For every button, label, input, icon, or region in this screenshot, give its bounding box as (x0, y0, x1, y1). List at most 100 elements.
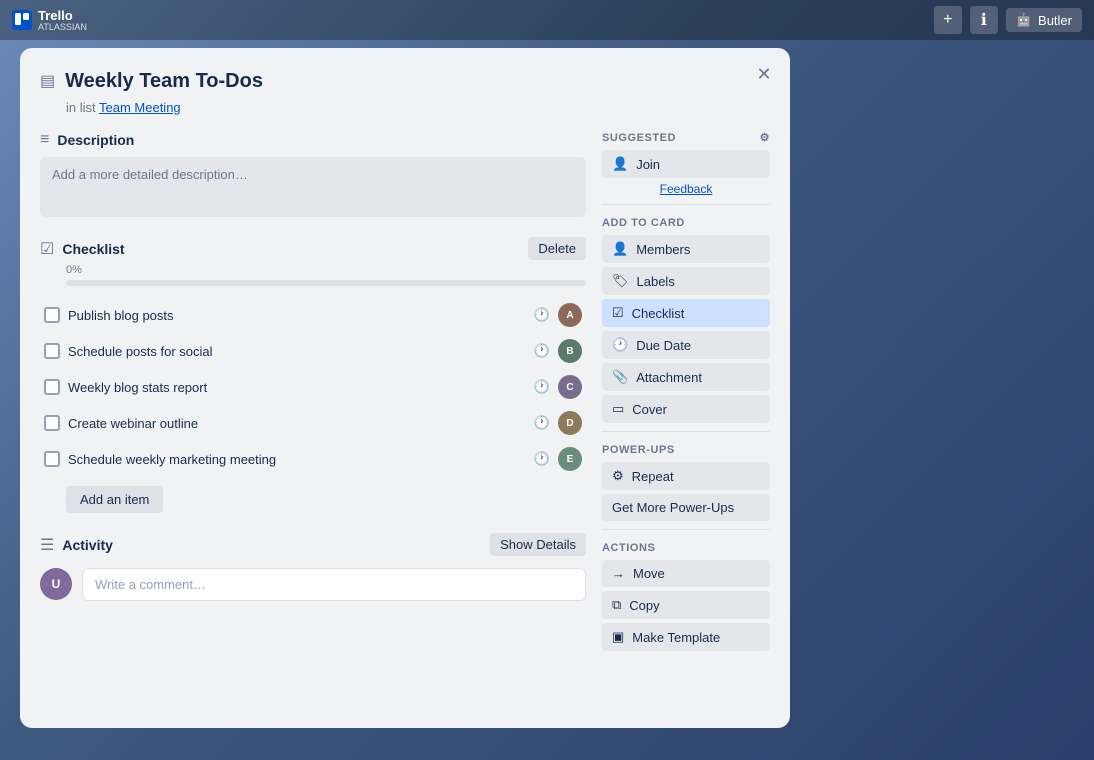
join-icon: 👤 (612, 156, 628, 172)
item-label-5: Schedule weekly marketing meeting (68, 452, 526, 467)
due-date-label: Due Date (636, 338, 691, 353)
description-header: ≡ Description (40, 131, 586, 149)
add-item-button[interactable]: Add an item (66, 486, 163, 513)
checkbox-5[interactable] (44, 451, 60, 467)
clock-icon-2[interactable]: 🕐 (534, 343, 550, 359)
logo-subtext: ATLASSIAN (38, 22, 87, 32)
add-button[interactable]: + (934, 6, 962, 34)
checkbox-3[interactable] (44, 379, 60, 395)
card-header: ▤ Weekly Team To-Dos (40, 68, 770, 94)
description-icon: ≡ (40, 131, 49, 149)
copy-label: Copy (629, 598, 659, 613)
modal-overlay: ✕ ▤ Weekly Team To-Dos in list Team Meet… (0, 40, 1094, 760)
members-icon: 👤 (612, 241, 628, 257)
checklist-sidebar-icon: ☑ (612, 305, 624, 321)
description-title: Description (57, 132, 134, 148)
divider-1 (602, 204, 770, 205)
cover-icon: ▭ (612, 401, 624, 417)
delete-checklist-button[interactable]: Delete (528, 237, 586, 260)
topbar: Trello ATLASSIAN + ℹ 🤖 Butler (0, 0, 1094, 40)
repeat-label: Repeat (632, 469, 674, 484)
clock-icon-1[interactable]: 🕐 (534, 307, 550, 323)
checkbox-4[interactable] (44, 415, 60, 431)
copy-icon: ⧉ (612, 597, 621, 613)
repeat-icon: ⚙ (612, 468, 624, 484)
labels-icon: 🏷 (612, 273, 629, 289)
comment-input[interactable]: Write a comment… (82, 568, 586, 601)
members-button[interactable]: 👤 Members (602, 235, 770, 263)
activity-header: ☰ Activity Show Details (40, 533, 586, 556)
attachment-label: Attachment (636, 370, 702, 385)
activity-row: U Write a comment… (40, 568, 586, 601)
card-title: Weekly Team To-Dos (65, 68, 263, 94)
butler-icon: 🤖 (1016, 12, 1032, 28)
card-type-icon: ▤ (40, 71, 55, 91)
avatar-5: E (558, 447, 582, 471)
power-ups-label: POWER-UPS (602, 444, 770, 456)
get-more-label: Get More Power-Ups (612, 500, 734, 515)
join-label: Join (636, 157, 660, 172)
suggested-label: SUGGESTED ⚙ (602, 131, 770, 144)
avatar-1: A (558, 303, 582, 327)
actions-label: ACTIONS (602, 542, 770, 554)
clock-icon-3[interactable]: 🕐 (534, 379, 550, 395)
divider-3 (602, 529, 770, 530)
checklist-header-left: ☑ Checklist (40, 239, 125, 259)
checklist-sidebar-label: Checklist (632, 306, 685, 321)
butler-button[interactable]: 🤖 Butler (1006, 8, 1082, 32)
labels-label: Labels (637, 274, 675, 289)
avatar-2: B (558, 339, 582, 363)
activity-icon: ☰ (40, 535, 54, 555)
repeat-button[interactable]: ⚙ Repeat (602, 462, 770, 490)
members-label: Members (636, 242, 690, 257)
checklist-item: Schedule posts for social 🕐 B (40, 334, 586, 368)
checklist-item: Schedule weekly marketing meeting 🕐 E (40, 442, 586, 476)
card-main: ≡ Description Add a more detailed descri… (40, 131, 586, 655)
close-icon: ✕ (756, 64, 771, 85)
activity-title-row: ☰ Activity (40, 535, 113, 555)
checkbox-1[interactable] (44, 307, 60, 323)
checklist-item: Create webinar outline 🕐 D (40, 406, 586, 440)
make-template-button[interactable]: ▣ Make Template (602, 623, 770, 651)
checklist-header: ☑ Checklist Delete (40, 237, 586, 260)
description-input[interactable]: Add a more detailed description… (40, 157, 586, 217)
activity-title: Activity (62, 537, 113, 553)
cover-label: Cover (632, 402, 667, 417)
get-more-button[interactable]: Get More Power-Ups (602, 494, 770, 521)
checklist-icon: ☑ (40, 239, 54, 259)
checklist-title: Checklist (62, 241, 124, 257)
gear-icon[interactable]: ⚙ (760, 131, 770, 144)
show-details-button[interactable]: Show Details (490, 533, 586, 556)
comment-placeholder: Write a comment… (95, 577, 206, 592)
clock-icon-4[interactable]: 🕐 (534, 415, 550, 431)
labels-button[interactable]: 🏷 Labels (602, 267, 770, 295)
item-label-2: Schedule posts for social (68, 344, 526, 359)
cover-button[interactable]: ▭ Cover (602, 395, 770, 423)
topbar-right: + ℹ 🤖 Butler (934, 6, 1082, 34)
join-button[interactable]: 👤 Join (602, 150, 770, 178)
info-button[interactable]: ℹ (970, 6, 998, 34)
list-link[interactable]: Team Meeting (99, 100, 181, 115)
checklist-sidebar-button[interactable]: ☑ Checklist (602, 299, 770, 327)
card-subtitle: in list Team Meeting (66, 100, 770, 115)
checkbox-2[interactable] (44, 343, 60, 359)
due-date-icon: 🕐 (612, 337, 628, 353)
trello-logo: Trello ATLASSIAN (12, 9, 87, 32)
move-button[interactable]: → Move (602, 560, 770, 587)
item-label-3: Weekly blog stats report (68, 380, 526, 395)
card-sidebar: SUGGESTED ⚙ 👤 Join Feedback ADD TO CARD … (602, 131, 770, 655)
attachment-button[interactable]: 📎 Attachment (602, 363, 770, 391)
butler-label: Butler (1038, 13, 1072, 28)
copy-button[interactable]: ⧉ Copy (602, 591, 770, 619)
logo-text: Trello (38, 9, 87, 22)
checklist-item: Weekly blog stats report 🕐 C (40, 370, 586, 404)
feedback-link[interactable]: Feedback (602, 182, 770, 196)
item-label-4: Create webinar outline (68, 416, 526, 431)
attachment-icon: 📎 (612, 369, 628, 385)
clock-icon-5[interactable]: 🕐 (534, 451, 550, 467)
close-button[interactable]: ✕ (750, 60, 778, 88)
progress-bar (66, 280, 586, 286)
make-template-icon: ▣ (612, 629, 624, 645)
card-body: ≡ Description Add a more detailed descri… (40, 131, 770, 655)
due-date-button[interactable]: 🕐 Due Date (602, 331, 770, 359)
